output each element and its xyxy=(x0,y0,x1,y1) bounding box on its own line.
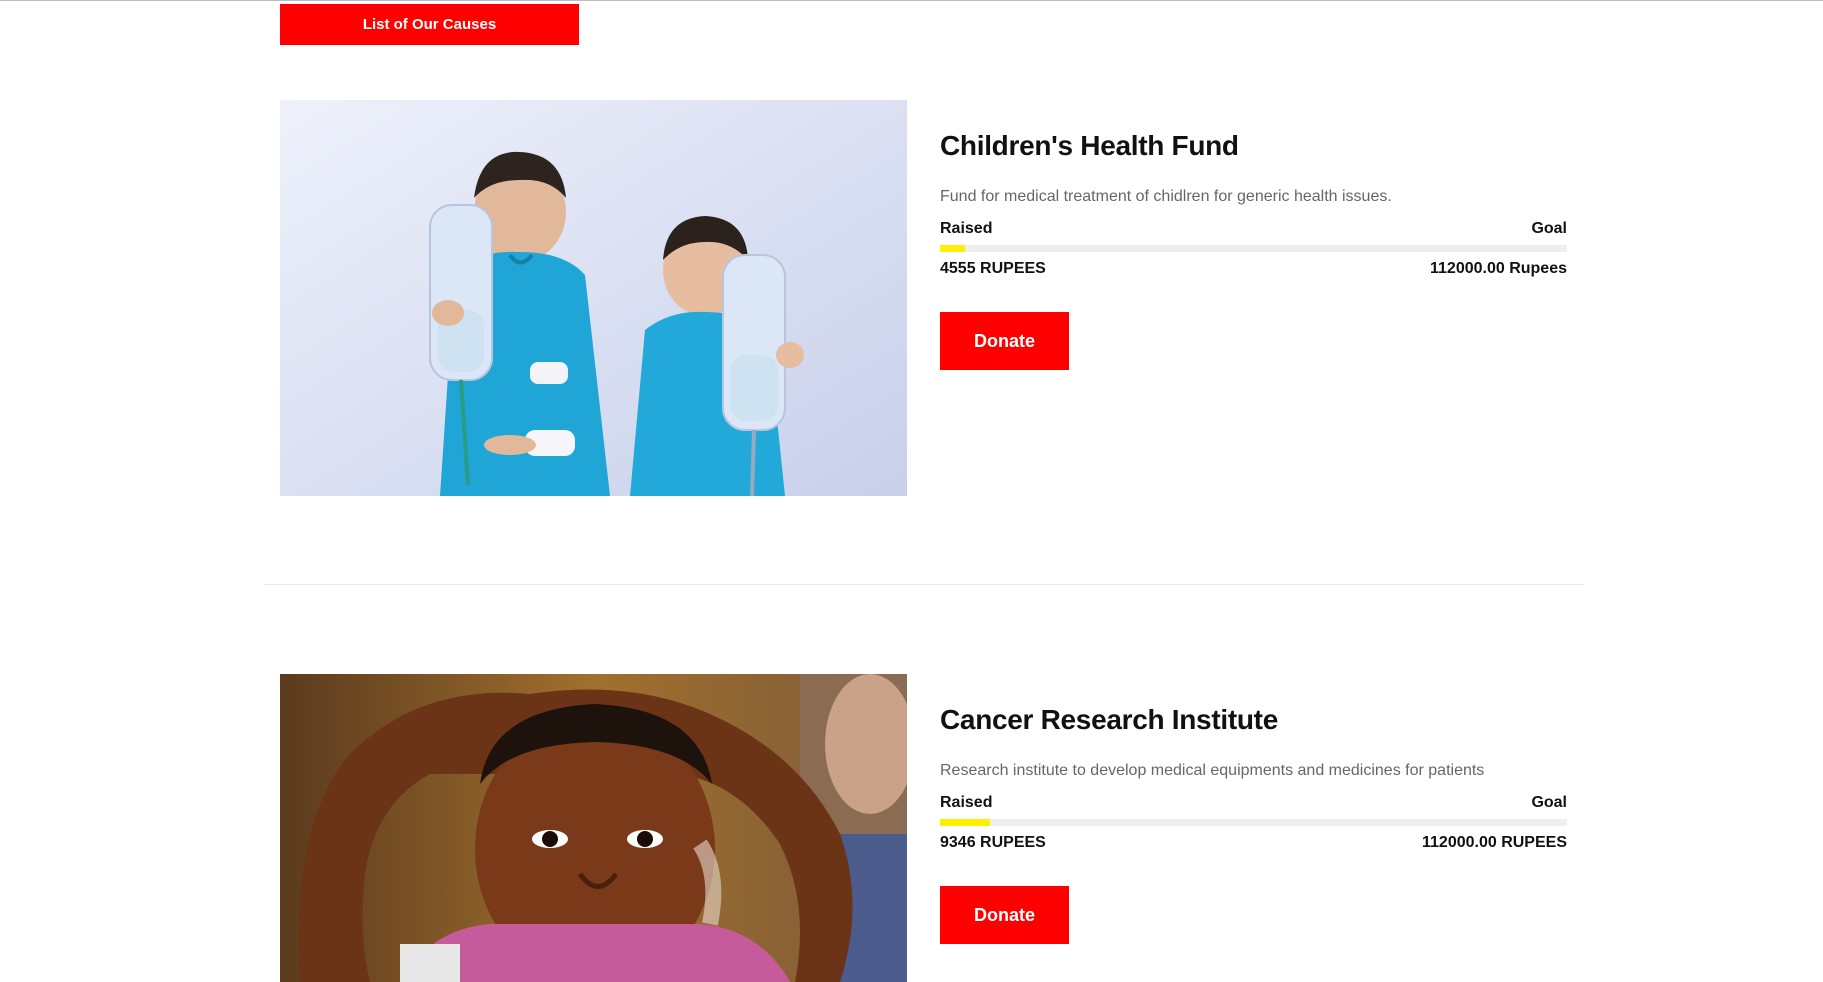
goal-label: Goal xyxy=(1531,220,1567,237)
raised-label: Raised xyxy=(940,220,993,237)
progress-fill xyxy=(940,819,991,826)
raised-label: Raised xyxy=(940,794,993,811)
progress-bar xyxy=(940,245,1567,252)
cause-description: Fund for medical treatment of chidlren f… xyxy=(940,188,1392,205)
top-border xyxy=(0,0,1823,1)
raised-amount: 4555 RUPEES xyxy=(940,260,1046,277)
list-of-causes-button[interactable]: List of Our Causes xyxy=(280,4,579,45)
cause-photo-children-iv xyxy=(280,100,907,496)
section-divider xyxy=(264,584,1584,585)
cause-photo-boy-portrait xyxy=(280,674,907,982)
progress-fill xyxy=(940,245,966,252)
donate-button[interactable]: Donate xyxy=(940,312,1069,370)
raised-amount: 9346 RUPEES xyxy=(940,834,1046,851)
cause-title: Cancer Research Institute xyxy=(940,704,1278,735)
cause-title: Children's Health Fund xyxy=(940,130,1239,161)
goal-amount: 112000.00 Rupees xyxy=(1430,260,1567,277)
donate-button[interactable]: Donate xyxy=(940,886,1069,944)
progress-bar xyxy=(940,819,1567,826)
cause-description: Research institute to develop medical eq… xyxy=(940,762,1485,779)
goal-label: Goal xyxy=(1531,794,1567,811)
goal-amount: 112000.00 RUPEES xyxy=(1422,834,1567,851)
